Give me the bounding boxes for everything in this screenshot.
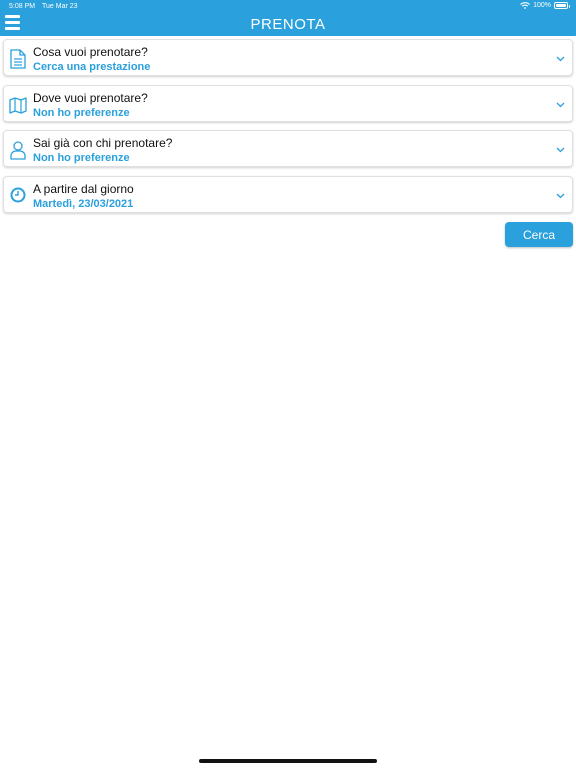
document-icon	[10, 49, 26, 69]
search-button[interactable]: Cerca	[505, 222, 573, 247]
status-time: 5:08 PM	[9, 3, 36, 10]
field-label: Dove vuoi prenotare?	[33, 91, 148, 105]
chevron-down-icon	[556, 147, 565, 153]
field-label: Cosa vuoi prenotare?	[33, 45, 148, 59]
status-bar: 5:08 PM Tue Mar 23 100%	[0, 0, 576, 13]
status-date: Tue Mar 23	[42, 3, 78, 10]
field-label: Sai già con chi prenotare?	[33, 136, 173, 150]
user-icon	[10, 141, 26, 160]
chevron-down-icon	[556, 102, 565, 108]
field-value: Non ho preferenze	[33, 152, 130, 164]
field-label: A partire dal giorno	[33, 182, 134, 196]
map-icon	[9, 97, 27, 114]
clock-icon	[10, 187, 26, 203]
wifi-icon	[520, 2, 531, 9]
field-service[interactable]: Cosa vuoi prenotare? Cerca una prestazio…	[3, 39, 573, 76]
app-header: 5:08 PM Tue Mar 23 100% PRENOTA	[0, 0, 576, 36]
field-value: Martedì, 23/03/2021	[33, 198, 134, 210]
page-title: PRENOTA	[250, 16, 326, 33]
field-location[interactable]: Dove vuoi prenotare? Non ho preferenze	[3, 85, 573, 122]
home-indicator	[199, 759, 377, 763]
status-right: 100%	[520, 2, 570, 9]
field-value: Cerca una prestazione	[33, 61, 151, 73]
chevron-down-icon	[556, 193, 565, 199]
field-value: Non ho preferenze	[33, 107, 130, 119]
field-date[interactable]: A partire dal giorno Martedì, 23/03/2021	[3, 176, 573, 213]
battery-percent: 100%	[533, 2, 551, 9]
battery-icon	[554, 2, 570, 9]
chevron-down-icon	[556, 56, 565, 62]
field-professional[interactable]: Sai già con chi prenotare? Non ho prefer…	[3, 130, 573, 167]
